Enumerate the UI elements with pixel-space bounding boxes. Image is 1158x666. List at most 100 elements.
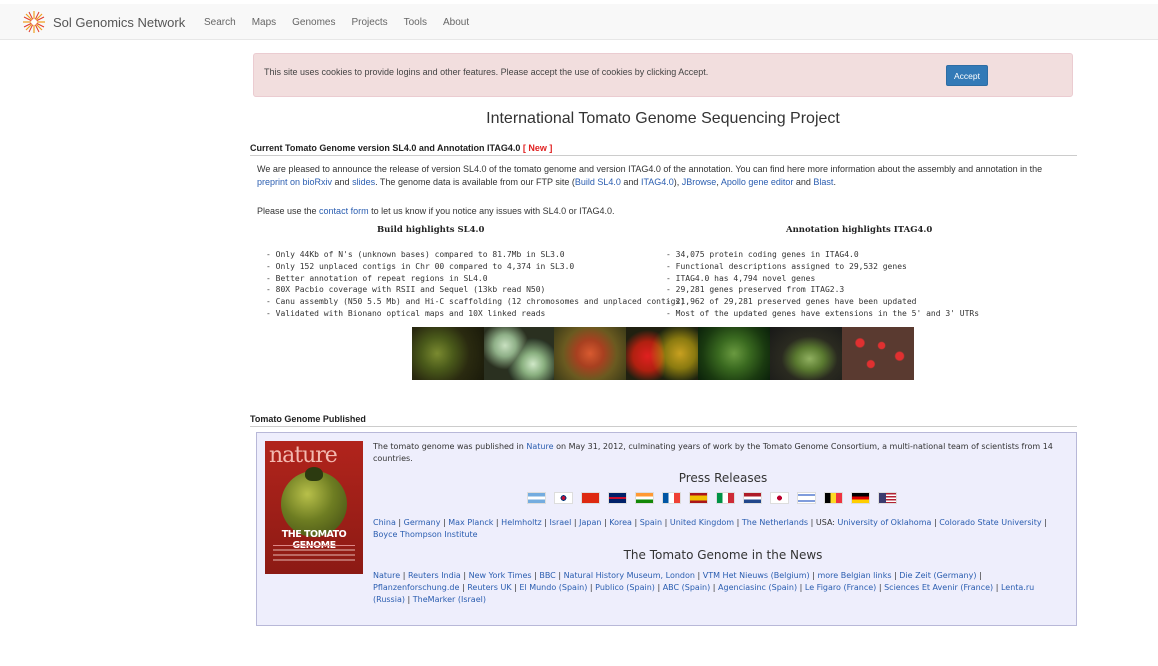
belgium-flag-icon[interactable]: [824, 492, 843, 504]
india-flag-icon[interactable]: [635, 492, 654, 504]
press-link[interactable]: Colorado State University: [939, 518, 1041, 527]
usa-flag-icon[interactable]: [878, 492, 897, 504]
press-link[interactable]: Helmholtz: [501, 518, 541, 527]
news-link[interactable]: New York Times: [469, 571, 532, 580]
list-item: - Functional descriptions assigned to 29…: [666, 261, 907, 271]
sgn-logo-icon: [23, 11, 45, 33]
list-item: - Validated with Bionano optical maps an…: [266, 308, 546, 318]
news-link[interactable]: BBC: [539, 571, 555, 580]
news-link[interactable]: VTM Het Nieuws (Belgium): [703, 571, 810, 580]
blast-link[interactable]: Blast: [813, 177, 833, 187]
japan-flag-icon[interactable]: [770, 492, 789, 504]
list-item: - 34,075 protein coding genes in ITAG4.0: [666, 250, 859, 259]
news-link[interactable]: Publico (Spain): [595, 583, 655, 592]
cover-masthead: nature: [269, 443, 338, 468]
build-highlights-title: Build highlights SL4.0: [377, 225, 485, 235]
news-link[interactable]: Nature: [373, 571, 400, 580]
news-link[interactable]: Sciences Et Avenir (France): [884, 583, 993, 592]
news-link[interactable]: ABC (Spain): [663, 583, 711, 592]
nav-maps[interactable]: Maps: [252, 17, 276, 28]
press-link[interactable]: University of Oklahoma: [838, 518, 932, 527]
israel-flag-icon[interactable]: [797, 492, 816, 504]
nav-about[interactable]: About: [443, 17, 469, 28]
published-box: nature THE TOMATO GENOME The tomato geno…: [256, 432, 1077, 626]
top-navbar: Sol Genomics Network Search Maps Genomes…: [0, 4, 1158, 40]
news-link[interactable]: Natural History Museum, London: [564, 571, 695, 580]
announcement-text: . The genome data is available from our …: [375, 177, 575, 187]
press-link[interactable]: United Kingdom: [670, 518, 734, 527]
jbrowse-link[interactable]: JBrowse: [682, 177, 717, 187]
accept-cookies-button[interactable]: Accept: [946, 65, 988, 86]
news-link[interactable]: El Mundo (Spain): [519, 583, 587, 592]
spain-flag-icon[interactable]: [689, 492, 708, 504]
tomato-photo: [698, 327, 770, 380]
uk-flag-icon[interactable]: [608, 492, 627, 504]
cover-tomato-stem: [305, 467, 323, 481]
nature-link[interactable]: Nature: [526, 442, 553, 451]
press-link[interactable]: China: [373, 518, 396, 527]
china-flag-icon[interactable]: [581, 492, 600, 504]
netherlands-flag-icon[interactable]: [743, 492, 762, 504]
germany-flag-icon[interactable]: [851, 492, 870, 504]
nav-genomes[interactable]: Genomes: [292, 17, 335, 28]
announcement-text: and: [793, 177, 814, 187]
page-title: International Tomato Genome Sequencing P…: [486, 110, 840, 127]
news-heading: The Tomato Genome in the News: [623, 548, 823, 562]
contact-form-link[interactable]: contact form: [319, 206, 369, 216]
contact-text: Please use the: [257, 206, 320, 216]
tomato-photo-strip: [412, 327, 914, 380]
announcement-text: and: [332, 177, 353, 187]
press-link[interactable]: Spain: [640, 518, 662, 527]
press-link[interactable]: Israel: [549, 518, 571, 527]
press-link[interactable]: Max Planck: [448, 518, 493, 527]
announcement-text: ),: [673, 177, 682, 187]
slides-link[interactable]: slides: [352, 177, 375, 187]
press-usa-label: USA:: [815, 518, 838, 527]
tomato-photo: [412, 327, 484, 380]
news-links: Nature | Reuters India | New York Times …: [373, 571, 1035, 604]
contact-paragraph: Please use the contact form to let us kn…: [257, 205, 1072, 218]
news-link[interactable]: Pflanzenforschung.de: [373, 583, 459, 592]
news-link[interactable]: more Belgian links: [817, 571, 891, 580]
tomato-photo: [770, 327, 842, 380]
tomato-photo: [484, 327, 554, 380]
news-link[interactable]: TheMarker (Israel): [413, 595, 486, 604]
build-sl40-link[interactable]: Build SL4.0: [575, 177, 621, 187]
nav-menu: Search Maps Genomes Projects Tools About: [196, 4, 477, 40]
italy-flag-icon[interactable]: [716, 492, 735, 504]
list-item: - Canu assembly (N50 5.5 Mb) and Hi-C sc…: [266, 297, 686, 307]
press-link[interactable]: Germany: [404, 518, 441, 527]
brand-link[interactable]: Sol Genomics Network: [22, 10, 185, 34]
news-link[interactable]: Die Zeit (Germany): [899, 571, 976, 580]
press-link[interactable]: Boyce Thompson Institute: [373, 530, 478, 539]
korea-flag-icon[interactable]: [554, 492, 573, 504]
france-flag-icon[interactable]: [662, 492, 681, 504]
nature-cover-image[interactable]: nature THE TOMATO GENOME: [265, 441, 363, 574]
nav-search[interactable]: Search: [204, 17, 236, 28]
list-item: - 21,962 of 29,281 preserved genes have …: [666, 297, 917, 307]
brand-name: Sol Genomics Network: [53, 14, 186, 30]
news-link[interactable]: Le Figaro (France): [805, 583, 876, 592]
cookie-message: This site uses cookies to provide logins…: [264, 67, 709, 77]
published-heading: Tomato Genome Published: [250, 414, 1077, 427]
list-item: - ITAG4.0 has 4,794 novel genes: [666, 273, 816, 283]
current-version-heading-text: Current Tomato Genome version SL4.0 and …: [250, 143, 521, 153]
apollo-link[interactable]: Apollo gene editor: [721, 177, 794, 187]
published-intro-text: The tomato genome was published in: [373, 442, 527, 451]
press-link[interactable]: Japan: [579, 518, 601, 527]
argentina-flag-icon[interactable]: [527, 492, 546, 504]
list-item: - 80X Pacbio coverage with RSII and Sequ…: [266, 285, 546, 295]
cookie-banner: This site uses cookies to provide logins…: [253, 53, 1073, 97]
press-link[interactable]: Korea: [609, 518, 632, 527]
press-link[interactable]: The Netherlands: [742, 518, 808, 527]
news-link[interactable]: Reuters UK: [467, 583, 511, 592]
nav-projects[interactable]: Projects: [352, 17, 388, 28]
itag40-link[interactable]: ITAG4.0: [641, 177, 674, 187]
announcement-text: and: [620, 177, 641, 187]
news-link[interactable]: Agenciasinc (Spain): [718, 583, 797, 592]
news-link[interactable]: Reuters India: [408, 571, 461, 580]
nav-tools[interactable]: Tools: [404, 17, 427, 28]
annotation-highlights-list: - 34,075 protein coding genes in ITAG4.0…: [666, 249, 979, 320]
preprint-link[interactable]: preprint on bioRxiv: [257, 177, 332, 187]
annotation-highlights-title: Annotation highlights ITAG4.0: [786, 225, 933, 235]
